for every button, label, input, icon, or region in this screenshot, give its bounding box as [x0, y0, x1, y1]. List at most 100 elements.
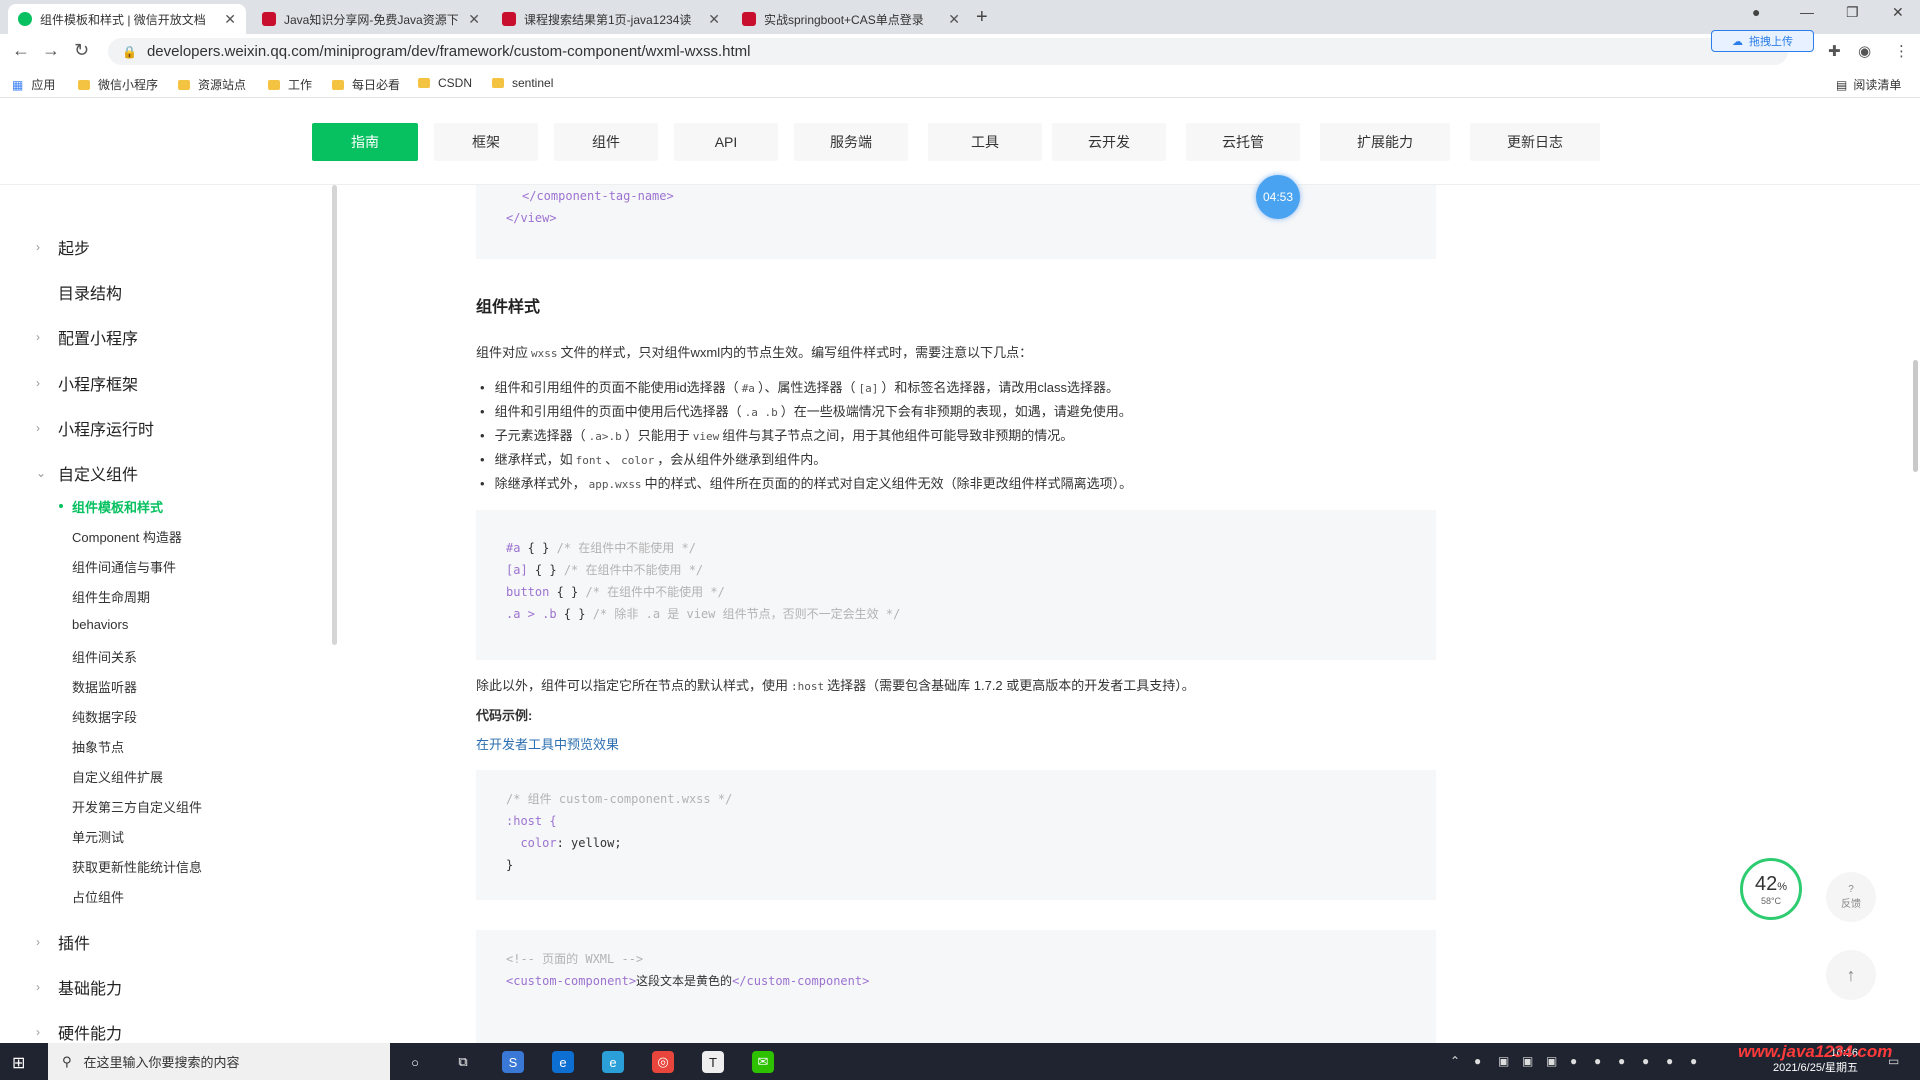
sidebar-item-getting-started[interactable]: › 起步 [36, 235, 90, 259]
sidebar-sub-item-active[interactable]: 组件模板和样式 [72, 497, 163, 516]
sidebar-item-basic-abilities[interactable]: › 基础能力 [36, 975, 122, 999]
tab-close-icon[interactable]: ✕ [948, 11, 960, 28]
sidebar-sub-item[interactable]: 数据监听器 [72, 677, 137, 696]
wechat-icon[interactable]: ✉ [752, 1051, 774, 1073]
tray-app-icon[interactable]: ▣ [1546, 1054, 1557, 1068]
nav-tab-components[interactable]: 组件 [554, 123, 658, 161]
sidebar-item-runtime[interactable]: › 小程序运行时 [36, 416, 154, 440]
browser-tab-active[interactable]: 组件模板和样式 | 微信开放文档 ✕ [8, 4, 246, 34]
reload-icon[interactable]: ↻ [74, 40, 89, 61]
sidebar-item-framework[interactable]: › 小程序框架 [36, 371, 138, 395]
tray-wechat-icon[interactable]: ● [1570, 1054, 1577, 1068]
bookmark-label: 每日必看 [352, 78, 401, 92]
sidebar-item-custom-component[interactable]: ⌄ 自定义组件 [36, 461, 138, 485]
tray-app-icon[interactable]: ▣ [1522, 1054, 1533, 1068]
sidebar-sub-item[interactable]: 占位组件 [72, 887, 124, 906]
tray-app-icon[interactable]: ● [1594, 1054, 1601, 1068]
sidebar-scrollbar[interactable] [332, 185, 337, 645]
bookmark-folder[interactable]: 资源站点 [178, 76, 246, 93]
sidebar-sub-item[interactable]: 获取更新性能统计信息 [72, 857, 202, 876]
menu-dots-icon[interactable]: ⋮ [1894, 42, 1909, 60]
sidebar-item-plugins[interactable]: › 插件 [36, 930, 90, 954]
typora-icon[interactable]: T [702, 1051, 724, 1073]
tray-app-icon[interactable]: ● [1642, 1054, 1649, 1068]
windows-start-icon[interactable]: ⊞ [12, 1053, 25, 1073]
sidebar-sub-item[interactable]: 开发第三方自定义组件 [72, 797, 202, 816]
chrome-icon[interactable]: ◎ [652, 1051, 674, 1073]
list-item: 组件和引用组件的页面不能使用id选择器（#a）、属性选择器（[a]）和标签名选择… [480, 377, 1119, 396]
sidebar-sub-item[interactable]: 抽象节点 [72, 737, 124, 756]
nav-tab-guide[interactable]: 指南 [312, 123, 418, 161]
nav-tab-changelog[interactable]: 更新日志 [1470, 123, 1600, 161]
nav-tab-server[interactable]: 服务端 [794, 123, 908, 161]
task-view-icon[interactable]: ⧉ [452, 1051, 474, 1073]
sidebar-sub-item[interactable]: 组件生命周期 [72, 587, 150, 606]
minimize-icon[interactable]: — [1800, 4, 1814, 20]
sidebar-sub-item[interactable]: 单元测试 [72, 827, 124, 846]
nav-tab-cloud-dev[interactable]: 云开发 [1052, 123, 1166, 161]
page-scrollbar[interactable] [1913, 360, 1918, 472]
sidebar-item-config[interactable]: › 配置小程序 [36, 325, 138, 349]
tray-arrow-icon[interactable]: ⌃ [1450, 1054, 1460, 1068]
nav-tab-framework[interactable]: 框架 [434, 123, 538, 161]
text: ）、属性选择器（ [757, 380, 856, 395]
edge-beta-icon[interactable]: e [602, 1051, 624, 1073]
chevron-right-icon: › [36, 376, 40, 390]
bookmark-apps[interactable]: ▦ 应用 [12, 76, 55, 93]
text: 中的样式、组件所在页面的的样式对自定义组件无效（除非更改组件样式隔离选项）。 [644, 476, 1133, 491]
sidebar-item-directory[interactable]: 目录结构 [36, 280, 122, 304]
sidebar-sub-item[interactable]: 纯数据字段 [72, 707, 137, 726]
bookmark-label: sentinel [512, 76, 554, 90]
tray-app-icon[interactable]: ▣ [1498, 1054, 1509, 1068]
sidebar-item-hardware[interactable]: › 硬件能力 [36, 1020, 122, 1043]
window-close-icon[interactable]: ✕ [1892, 4, 1904, 21]
bookmark-folder[interactable]: sentinel [492, 76, 553, 90]
address-bar[interactable]: 🔒 developers.weixin.qq.com/miniprogram/d… [108, 38, 1788, 65]
preview-link[interactable]: 在开发者工具中预览效果 [476, 734, 619, 753]
sidebar-sub-item[interactable]: behaviors [72, 617, 128, 632]
back-arrow-icon[interactable]: ← [12, 40, 30, 61]
sidebar-sub-item[interactable]: 组件间通信与事件 [72, 557, 176, 576]
tab-close-icon[interactable]: ✕ [708, 11, 720, 28]
extensions-icon[interactable]: ✚ [1828, 42, 1841, 60]
tab-close-icon[interactable]: ✕ [468, 11, 480, 28]
tab-title: 组件模板和样式 | 微信开放文档 [40, 12, 206, 27]
bookmark-folder[interactable]: CSDN [418, 76, 472, 90]
avatar[interactable]: ◉ [1858, 42, 1871, 60]
sidebar-sub-item[interactable]: 自定义组件扩展 [72, 767, 163, 786]
cortana-icon[interactable]: ○ [404, 1051, 426, 1073]
restore-icon[interactable]: ❐ [1846, 4, 1859, 21]
microphone-icon[interactable]: ● [1474, 1054, 1481, 1068]
nav-tab-tools[interactable]: 工具 [928, 123, 1042, 161]
tray-app-icon[interactable]: ● [1690, 1054, 1697, 1068]
bookmark-folder[interactable]: 微信小程序 [78, 76, 158, 93]
feedback-button[interactable]: ? 反馈 [1826, 872, 1876, 922]
bookmark-folder[interactable]: 每日必看 [332, 76, 400, 93]
sidebar-item-label: 自定义组件 [58, 467, 139, 484]
reading-list[interactable]: ▤ 阅读清单 [1836, 76, 1901, 93]
taskbar-search[interactable]: ⚲ 在这里输入你要搜索的内容 [48, 1043, 390, 1080]
drag-upload-button[interactable]: ☁ 拖拽上传 [1711, 30, 1814, 52]
nav-tab-api[interactable]: API [674, 123, 778, 161]
browser-tab[interactable]: Java知识分享网-免费Java资源下 ✕ [252, 4, 490, 34]
recording-timer[interactable]: 04:53 [1256, 175, 1300, 219]
nav-tab-extensions[interactable]: 扩展能力 [1320, 123, 1450, 161]
back-to-top-button[interactable]: ↑ [1826, 950, 1876, 1000]
app-icon[interactable]: S [502, 1051, 524, 1073]
text: 子元素选择器（ [494, 428, 586, 443]
profile-circle-icon[interactable]: ● [1752, 4, 1760, 20]
tab-close-icon[interactable]: ✕ [224, 11, 236, 28]
sidebar-sub-item[interactable]: Component 构造器 [72, 527, 182, 546]
tray-app-icon[interactable]: ● [1666, 1054, 1673, 1068]
bookmark-folder[interactable]: 工作 [268, 76, 312, 93]
browser-tab[interactable]: 实战springboot+CAS单点登录 ✕ [732, 4, 970, 34]
performance-monitor[interactable]: 42% 58°C [1740, 858, 1802, 920]
code-brace: } [506, 858, 514, 872]
forward-arrow-icon[interactable]: → [42, 40, 60, 61]
nav-tab-cloud-hosting[interactable]: 云托管 [1186, 123, 1300, 161]
tray-app-icon[interactable]: ● [1618, 1054, 1625, 1068]
sidebar-sub-item[interactable]: 组件间关系 [72, 647, 137, 666]
browser-tab[interactable]: 课程搜索结果第1页-java1234读 ✕ [492, 4, 730, 34]
new-tab-button[interactable]: + [976, 6, 988, 29]
edge-icon[interactable]: e [552, 1051, 574, 1073]
